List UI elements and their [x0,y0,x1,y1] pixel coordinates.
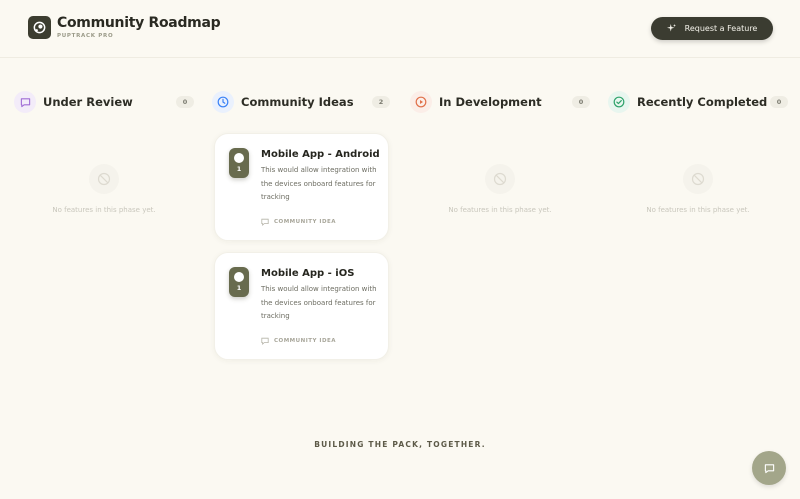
empty-state-text: No features in this phase yet. [448,206,552,214]
check-circle-icon [608,91,630,113]
play-circle-icon [410,91,432,113]
feature-card[interactable]: 1 Mobile App - iOS This would allow inte… [214,252,389,360]
feature-title: Mobile App - iOS [261,268,355,279]
request-feature-label: Request a Feature [684,24,758,33]
feature-description: This would allow integration with the de… [261,285,377,320]
clock-icon [212,91,234,113]
paw-logo-icon [33,21,46,34]
column-title: Under Review [43,95,133,109]
feature-description: This would allow integration with the de… [261,166,377,201]
column-in-development: In Development 0 No features in this pha… [410,90,590,214]
request-feature-button[interactable]: Request a Feature [651,17,773,40]
page-header: Community Roadmap PUPTRACK PRO Request a… [0,0,800,58]
column-recently-completed: Recently Completed 0 No features in this… [608,90,788,214]
feature-tag-label: COMMUNITY IDEA [274,338,337,344]
column-title: Community Ideas [241,95,354,109]
app-title: Community Roadmap [57,15,221,31]
prohibited-icon [493,172,507,186]
feature-tag-label: COMMUNITY IDEA [274,219,337,225]
app-subtitle: PUPTRACK PRO [57,33,114,39]
speech-bubble-icon [14,91,36,113]
chat-button[interactable] [752,451,786,485]
empty-state-circle [485,164,515,194]
prohibited-icon [97,172,111,186]
upvote-button[interactable]: 1 [229,267,249,297]
vote-dot-icon [234,272,244,282]
column-header: Recently Completed 0 [608,90,788,114]
feature-tag: COMMUNITY IDEA [261,337,336,345]
column-count-badge: 0 [770,96,788,108]
upvote-button[interactable]: 1 [229,148,249,178]
column-count-badge: 0 [176,96,194,108]
column-title: Recently Completed [637,95,768,109]
prohibited-icon [691,172,705,186]
empty-state-circle [683,164,713,194]
column-title: In Development [439,95,542,109]
sparkle-icon [666,24,676,33]
feature-tag: COMMUNITY IDEA [261,218,336,226]
column-count-badge: 2 [372,96,390,108]
empty-state: No features in this phase yet. [410,164,590,214]
chat-icon [764,463,774,473]
comment-icon [261,218,269,226]
column-community-ideas: Community Ideas 2 [212,90,390,114]
vote-dot-icon [234,153,244,163]
empty-state-text: No features in this phase yet. [52,206,156,214]
vote-count: 1 [236,284,242,292]
column-header: Under Review 0 [14,90,194,114]
vote-count: 1 [236,165,242,173]
column-header: In Development 0 [410,90,590,114]
empty-state-circle [89,164,119,194]
empty-state: No features in this phase yet. [14,164,194,214]
empty-state: No features in this phase yet. [608,164,788,214]
column-count-badge: 0 [572,96,590,108]
app-logo[interactable] [28,16,51,39]
comment-icon [261,337,269,345]
feature-card[interactable]: 1 Mobile App - Android This would allow … [214,133,389,241]
column-under-review: Under Review 0 No features in this phase… [14,90,194,214]
feature-title: Mobile App - Android [261,149,380,160]
footer-tagline: BUILDING THE PACK, TOGETHER. [314,440,486,449]
empty-state-text: No features in this phase yet. [646,206,750,214]
column-header: Community Ideas 2 [212,90,390,114]
